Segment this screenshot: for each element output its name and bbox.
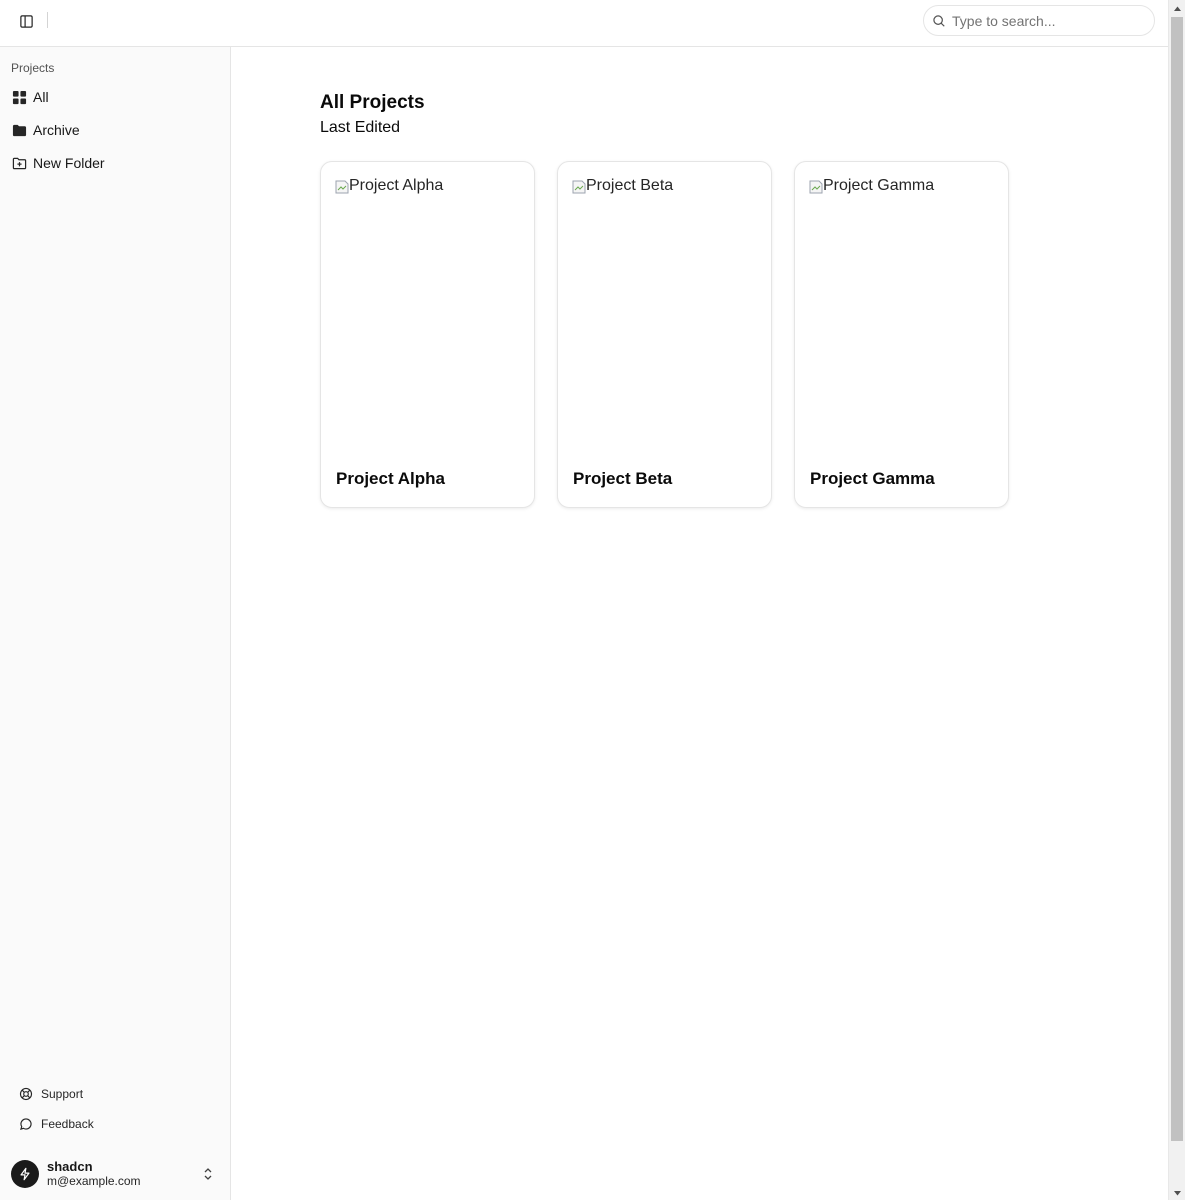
project-image: Project Alpha xyxy=(335,177,520,437)
project-image: Project Beta xyxy=(572,177,757,437)
support-label: Support xyxy=(41,1087,84,1101)
project-title: Project Alpha xyxy=(336,469,445,488)
project-title: Project Beta xyxy=(573,469,673,488)
project-card-gamma[interactable]: Project Gamma Project Gamma xyxy=(794,161,1009,508)
sidebar-item-label: New Folder xyxy=(33,155,105,171)
sidebar-item-new-folder[interactable]: New Folder xyxy=(5,148,225,178)
sidebar-toggle-button[interactable] xyxy=(14,9,38,33)
user-name: shadcn xyxy=(47,1159,93,1174)
broken-image-icon xyxy=(335,180,349,194)
project-image-alt: Project Alpha xyxy=(349,177,444,194)
sidebar-group-label: Projects xyxy=(11,61,55,75)
page-subtitle: Last Edited xyxy=(320,119,401,136)
search-input[interactable] xyxy=(952,12,1142,29)
project-image: Project Gamma xyxy=(809,177,994,437)
grid-icon xyxy=(11,89,27,105)
message-circle-icon xyxy=(19,1117,33,1131)
life-buoy-icon xyxy=(19,1087,33,1101)
scrollbar-thumb[interactable] xyxy=(1171,17,1183,1141)
search-icon xyxy=(933,14,945,27)
header-separator xyxy=(47,12,48,28)
avatar xyxy=(11,1160,39,1188)
panel-left-icon xyxy=(19,14,33,28)
folder-icon xyxy=(11,122,27,138)
sidebar-item-all[interactable]: All xyxy=(5,82,225,112)
sidebar: Projects All Archive New Folder Support … xyxy=(0,0,231,1200)
project-title: Project Gamma xyxy=(810,469,935,488)
scroll-up-arrow-icon[interactable] xyxy=(1173,4,1182,13)
project-card-beta[interactable]: Project Beta Project Beta xyxy=(557,161,772,508)
chevrons-up-down-icon xyxy=(204,1168,212,1180)
feedback-label: Feedback xyxy=(41,1117,94,1131)
sidebar-item-label: All xyxy=(33,89,49,105)
project-card-alpha[interactable]: Project Alpha Project Alpha xyxy=(320,161,535,508)
support-link[interactable]: Support xyxy=(13,1081,223,1107)
scroll-down-arrow-icon[interactable] xyxy=(1173,1189,1182,1198)
sidebar-item-label: Archive xyxy=(33,122,80,138)
vertical-scrollbar[interactable] xyxy=(1168,0,1185,1200)
user-menu-button[interactable]: shadcn m@example.com xyxy=(5,1152,225,1196)
main-content: All Projects Last Edited Project Alpha P… xyxy=(231,47,1168,1200)
page-title: All Projects xyxy=(320,92,425,113)
top-header xyxy=(0,0,1168,47)
user-email: m@example.com xyxy=(47,1174,141,1188)
broken-image-icon xyxy=(572,180,586,194)
broken-image-icon xyxy=(809,180,823,194)
feedback-link[interactable]: Feedback xyxy=(13,1111,223,1137)
project-image-alt: Project Gamma xyxy=(823,177,935,194)
sidebar-item-archive[interactable]: Archive xyxy=(5,115,225,145)
project-image-alt: Project Beta xyxy=(586,177,674,194)
search-box[interactable] xyxy=(923,5,1155,36)
zap-icon xyxy=(20,1167,30,1181)
folder-plus-icon xyxy=(11,155,27,171)
